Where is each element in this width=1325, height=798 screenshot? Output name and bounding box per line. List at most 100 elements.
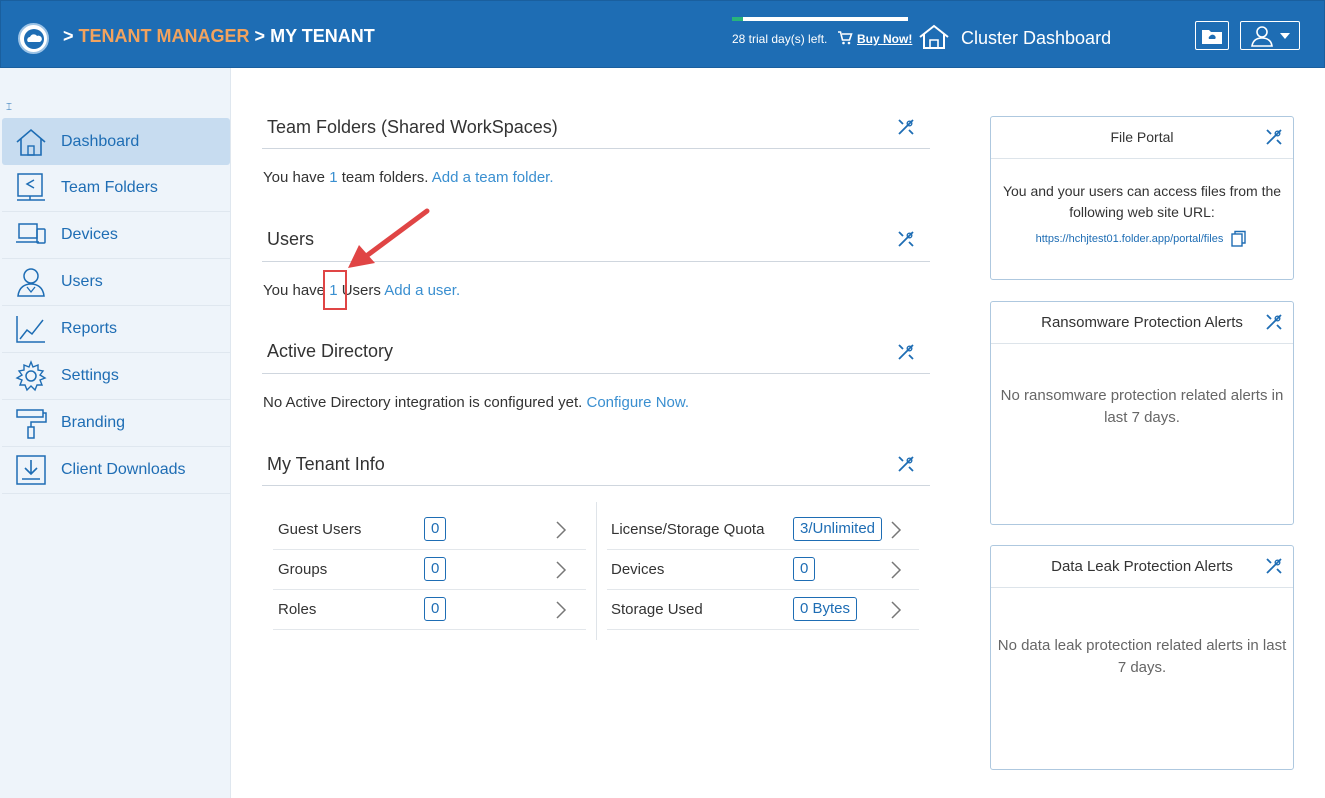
user-menu-button[interactable] <box>1240 21 1300 50</box>
panel-header: Data Leak Protection Alerts <box>991 546 1293 588</box>
portal-url-row: https://hchjtest01.folder.app/portal/fil… <box>997 229 1287 250</box>
cluster-house-icon[interactable] <box>917 23 951 51</box>
chevron-right-icon[interactable] <box>890 520 902 540</box>
breadcrumb-separator: > <box>254 26 266 46</box>
tenant-info-row-storage-used[interactable]: Storage Used 0 Bytes <box>607 590 919 630</box>
team-folders-summary: You have 1 team folders. Add a team fold… <box>263 169 554 186</box>
breadcrumb-my-tenant: MY TENANT <box>270 26 375 46</box>
panel-body: You and your users can access files from… <box>991 159 1293 250</box>
tools-icon[interactable] <box>1265 557 1283 575</box>
ransomware-alerts-text: No ransomware protection related alerts … <box>1000 387 1284 426</box>
devices-icon <box>14 218 48 252</box>
info-count-badge: 0 <box>424 517 447 541</box>
file-portal-panel: File Portal You and your users can acces… <box>990 116 1294 280</box>
chevron-right-icon[interactable] <box>890 560 902 580</box>
sidebar-item-label: Team Folders <box>61 179 158 196</box>
panel-title: Data Leak Protection Alerts <box>1051 558 1233 575</box>
sidebar-item-label: Client Downloads <box>61 461 186 478</box>
sidebar-item-users[interactable]: Users <box>2 259 230 306</box>
sidebar-item-team-folders[interactable]: Team Folders <box>2 165 230 212</box>
chevron-right-icon[interactable] <box>555 560 567 580</box>
info-count-badge: 0 <box>424 557 447 581</box>
sidebar: ⌶ Dashboard Team Folders Devices Users R… <box>0 68 231 798</box>
cluster-dashboard-link[interactable]: Cluster Dashboard <box>961 28 1111 49</box>
home-icon <box>14 125 48 159</box>
info-label: Devices <box>611 561 665 578</box>
tenant-info-title: My Tenant Info <box>267 454 385 474</box>
tenant-info-row-guest-users[interactable]: Guest Users 0 <box>273 510 586 550</box>
sidebar-item-settings[interactable]: Settings <box>2 353 230 400</box>
tools-icon[interactable] <box>897 343 915 361</box>
cart-icon[interactable] <box>837 30 853 46</box>
annotation-arrow-icon <box>348 208 430 268</box>
team-folders-count-link[interactable]: 1 <box>329 169 337 186</box>
panel-header: Ransomware Protection Alerts <box>991 302 1293 344</box>
data-leak-alerts-panel: Data Leak Protection Alerts No data leak… <box>990 545 1294 770</box>
tenant-info-row-license-quota[interactable]: License/Storage Quota 3/Unlimited <box>607 510 919 550</box>
section-divider <box>262 373 930 374</box>
download-icon <box>14 453 48 487</box>
section-divider <box>262 485 930 486</box>
info-label: License/Storage Quota <box>611 521 765 538</box>
info-label: Storage Used <box>611 601 703 618</box>
tenant-info-row-roles[interactable]: Roles 0 <box>273 590 586 630</box>
ransomware-alerts-panel: Ransomware Protection Alerts No ransomwa… <box>990 301 1294 525</box>
file-portal-description: You and your users can access files from… <box>1002 183 1282 220</box>
sidebar-item-client-downloads[interactable]: Client Downloads <box>2 447 230 494</box>
tenant-info-row-groups[interactable]: Groups 0 <box>273 550 586 590</box>
chevron-right-icon[interactable] <box>555 600 567 620</box>
tools-icon[interactable] <box>897 118 915 136</box>
gear-icon <box>14 359 48 393</box>
add-user-link[interactable]: Add a user. <box>384 282 460 299</box>
trial-progress-fill <box>732 17 743 21</box>
tenant-info-row-devices[interactable]: Devices 0 <box>607 550 919 590</box>
info-label: Guest Users <box>278 521 362 538</box>
file-browser-button[interactable] <box>1195 21 1229 50</box>
folder-icon <box>1202 29 1222 44</box>
panel-header: File Portal <box>991 117 1293 159</box>
info-label: Groups <box>278 561 328 578</box>
tools-icon[interactable] <box>897 455 915 473</box>
add-team-folder-link[interactable]: Add a team folder. <box>432 169 554 186</box>
shared-folder-icon <box>14 171 48 205</box>
tools-icon[interactable] <box>897 230 915 248</box>
summary-text: You have <box>263 169 330 186</box>
active-directory-summary: No Active Directory integration is confi… <box>263 394 689 411</box>
sidebar-item-dashboard[interactable]: Dashboard <box>2 118 230 165</box>
configure-now-link[interactable]: Configure Now. <box>586 394 689 411</box>
sidebar-item-reports[interactable]: Reports <box>2 306 230 353</box>
panel-title: Ransomware Protection Alerts <box>1041 314 1243 331</box>
sidebar-item-label: Reports <box>61 320 118 337</box>
info-label: Roles <box>278 601 317 618</box>
sidebar-item-label: Dashboard <box>61 132 140 150</box>
cloud-logo-icon[interactable] <box>18 23 49 54</box>
users-summary: You have 1 Users Add a user. <box>263 282 460 299</box>
info-count-badge: 0 Bytes <box>793 597 858 621</box>
info-count-badge: 3/Unlimited <box>793 517 883 541</box>
sidebar-item-label: Devices <box>61 226 118 243</box>
summary-text: team folders. <box>337 169 432 186</box>
trial-days-text: 28 trial day(s) left. <box>732 32 828 46</box>
collapse-sidebar-icon[interactable]: ⌶ <box>6 102 12 113</box>
sidebar-item-label: Settings <box>61 367 119 384</box>
users-title: Users <box>267 229 315 249</box>
column-divider <box>596 502 597 640</box>
tools-icon[interactable] <box>1265 313 1283 331</box>
breadcrumb-tenant-manager[interactable]: TENANT MANAGER <box>79 26 250 46</box>
tools-icon[interactable] <box>1265 128 1283 146</box>
summary-text: No Active Directory integration is confi… <box>263 394 587 411</box>
active-directory-title: Active Directory <box>267 341 394 361</box>
panel-title: File Portal <box>1110 129 1174 145</box>
buy-now-link[interactable]: Buy Now! <box>857 32 912 46</box>
breadcrumb: > TENANT MANAGER > MY TENANT <box>63 26 375 47</box>
team-folders-title: Team Folders (Shared WorkSpaces) <box>267 117 558 137</box>
sidebar-item-label: Branding <box>61 414 126 431</box>
sidebar-item-branding[interactable]: Branding <box>2 400 230 447</box>
copy-icon[interactable] <box>1230 230 1248 248</box>
chevron-right-icon[interactable] <box>555 520 567 540</box>
sidebar-item-devices[interactable]: Devices <box>2 212 230 259</box>
portal-url-link[interactable]: https://hchjtest01.folder.app/portal/fil… <box>1036 233 1224 245</box>
user-icon <box>1251 25 1273 47</box>
trial-progress-bar <box>732 17 908 21</box>
chevron-right-icon[interactable] <box>890 600 902 620</box>
